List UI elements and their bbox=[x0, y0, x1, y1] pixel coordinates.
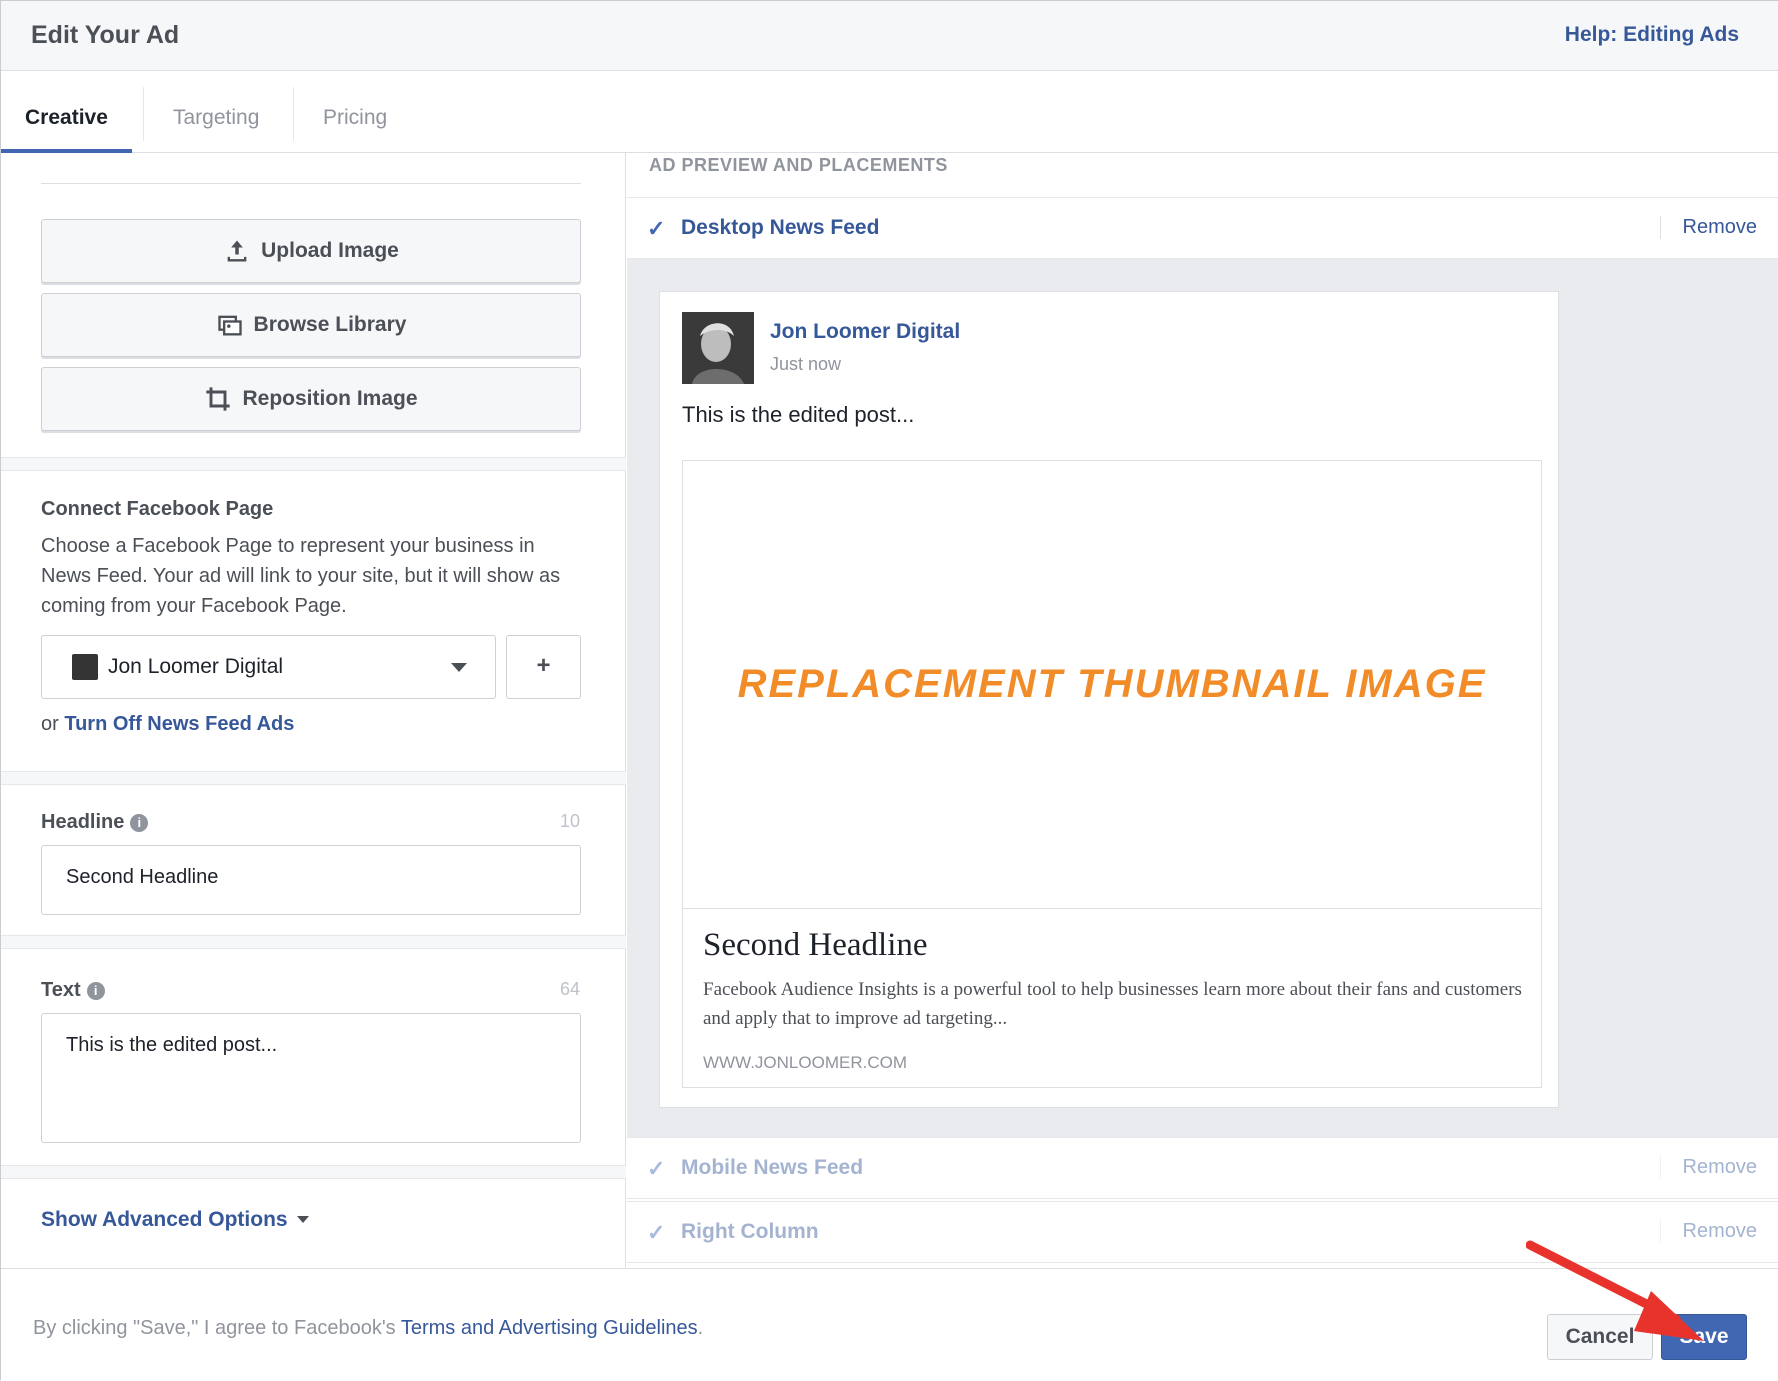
facebook-page-select[interactable]: Jon Loomer Digital bbox=[41, 635, 496, 699]
legal-notice: By clicking "Save," I agree to Facebook'… bbox=[33, 1317, 703, 1340]
text-label: Text bbox=[41, 979, 81, 1001]
edit-ad-dialog: Edit Your Ad Help: Editing Ads Creative … bbox=[0, 0, 1778, 1381]
legal-suffix: . bbox=[697, 1317, 704, 1339]
ad-post-preview: Jon Loomer Digital Just now This is the … bbox=[659, 291, 1559, 1108]
dialog-footer: By clicking "Save," I agree to Facebook'… bbox=[1, 1268, 1778, 1381]
connect-page-description: Choose a Facebook Page to represent your… bbox=[41, 535, 561, 617]
placement-name[interactable]: Mobile News Feed bbox=[681, 1156, 863, 1180]
upload-image-label: Upload Image bbox=[261, 239, 399, 262]
or-text: or bbox=[41, 713, 59, 735]
thumbnail-text: REPLACEMENT THUMBNAIL IMAGE bbox=[737, 662, 1487, 706]
help-editing-ads-link[interactable]: Help: Editing Ads bbox=[1565, 23, 1739, 47]
section-divider bbox=[1, 771, 626, 785]
show-advanced-options-label: Show Advanced Options bbox=[41, 1208, 288, 1231]
info-icon[interactable]: i bbox=[130, 814, 149, 832]
link-description: Facebook Audience Insights is a powerful… bbox=[703, 979, 1522, 1029]
crop-icon bbox=[206, 387, 231, 411]
profile-photo-icon bbox=[682, 312, 754, 384]
checkmark-icon[interactable]: ✓ bbox=[647, 216, 665, 242]
headline-input[interactable]: Second Headline bbox=[41, 845, 581, 915]
text-char-counter: 64 bbox=[559, 979, 580, 999]
checkmark-icon[interactable]: ✓ bbox=[647, 1156, 665, 1182]
headline-label-row: Headline i bbox=[41, 811, 149, 834]
placement-name[interactable]: Desktop News Feed bbox=[681, 216, 879, 240]
placement-mobile-news-feed: ✓ Mobile News Feed Remove bbox=[627, 1137, 1778, 1199]
annotation-arrow-icon bbox=[1526, 1240, 1704, 1341]
dialog-title: Edit Your Ad bbox=[31, 21, 180, 49]
remove-placement-link[interactable]: Remove bbox=[1659, 1156, 1757, 1179]
page-profile-photo bbox=[682, 312, 754, 384]
headline-char-counter: 10 bbox=[559, 811, 580, 831]
headline-label: Headline bbox=[41, 811, 125, 833]
dialog-titlebar: Edit Your Ad Help: Editing Ads bbox=[1, 1, 1778, 71]
selected-page-name: Jon Loomer Digital bbox=[108, 655, 284, 678]
placement-name[interactable]: Right Column bbox=[681, 1220, 819, 1244]
page-avatar bbox=[72, 654, 98, 680]
placement-desktop-news-feed: ✓ Desktop News Feed Remove bbox=[627, 197, 1778, 259]
info-icon[interactable]: i bbox=[86, 982, 105, 1000]
connect-page-label: Connect Facebook Page bbox=[41, 498, 274, 520]
turn-off-news-feed-ads-link[interactable]: Turn Off News Feed Ads bbox=[64, 713, 294, 735]
divider bbox=[41, 183, 581, 184]
upload-icon bbox=[227, 240, 247, 262]
section-divider bbox=[1, 457, 626, 471]
tab-divider bbox=[293, 87, 294, 141]
tab-divider bbox=[143, 87, 144, 141]
section-divider bbox=[1, 935, 626, 949]
show-advanced-options-link[interactable]: Show Advanced Options bbox=[41, 1208, 310, 1232]
tab-creative[interactable]: Creative bbox=[1, 71, 132, 153]
reposition-image-label: Reposition Image bbox=[242, 387, 418, 410]
legal-prefix: By clicking "Save," I agree to Facebook'… bbox=[33, 1317, 396, 1339]
link-attachment[interactable]: REPLACEMENT THUMBNAIL IMAGE Second Headl… bbox=[682, 460, 1542, 1088]
tab-targeting[interactable]: Targeting bbox=[149, 71, 283, 153]
post-timestamp: Just now bbox=[770, 354, 842, 374]
post-message: This is the edited post... bbox=[682, 402, 915, 427]
link-headline: Second Headline bbox=[703, 927, 928, 963]
checkmark-icon[interactable]: ✓ bbox=[647, 1220, 665, 1246]
text-textarea[interactable]: This is the edited post... bbox=[41, 1013, 581, 1143]
remove-placement-link[interactable]: Remove bbox=[1659, 216, 1757, 239]
add-page-button[interactable]: + bbox=[506, 635, 581, 699]
creative-editor-panel: Upload Image Browse Library Reposition I… bbox=[1, 153, 626, 1268]
tab-bar: Creative Targeting Pricing bbox=[1, 71, 1778, 153]
section-divider bbox=[1, 1165, 626, 1179]
text-label-row: Text i bbox=[41, 979, 105, 1002]
link-thumbnail: REPLACEMENT THUMBNAIL IMAGE bbox=[683, 461, 1541, 909]
chevron-down-icon bbox=[451, 663, 467, 672]
turn-off-row: or Turn Off News Feed Ads bbox=[41, 713, 294, 736]
post-page-name[interactable]: Jon Loomer Digital bbox=[770, 320, 960, 344]
tab-pricing[interactable]: Pricing bbox=[299, 71, 411, 153]
browse-library-label: Browse Library bbox=[253, 313, 407, 336]
image-library-icon bbox=[217, 315, 242, 336]
preview-heading: AD PREVIEW AND PLACEMENTS bbox=[649, 155, 948, 175]
terms-link[interactable]: Terms and Advertising Guidelines bbox=[401, 1317, 698, 1339]
news-feed-preview: Jon Loomer Digital Just now This is the … bbox=[627, 259, 1778, 1137]
reposition-image-button[interactable]: Reposition Image bbox=[41, 367, 581, 431]
caret-down-icon bbox=[297, 1216, 310, 1223]
browse-library-button[interactable]: Browse Library bbox=[41, 293, 581, 357]
upload-image-button[interactable]: Upload Image bbox=[41, 219, 581, 283]
ad-preview-panel: AD PREVIEW AND PLACEMENTS ✓ Desktop News… bbox=[627, 153, 1778, 1268]
link-domain: WWW.JONLOOMER.COM bbox=[703, 1053, 907, 1072]
